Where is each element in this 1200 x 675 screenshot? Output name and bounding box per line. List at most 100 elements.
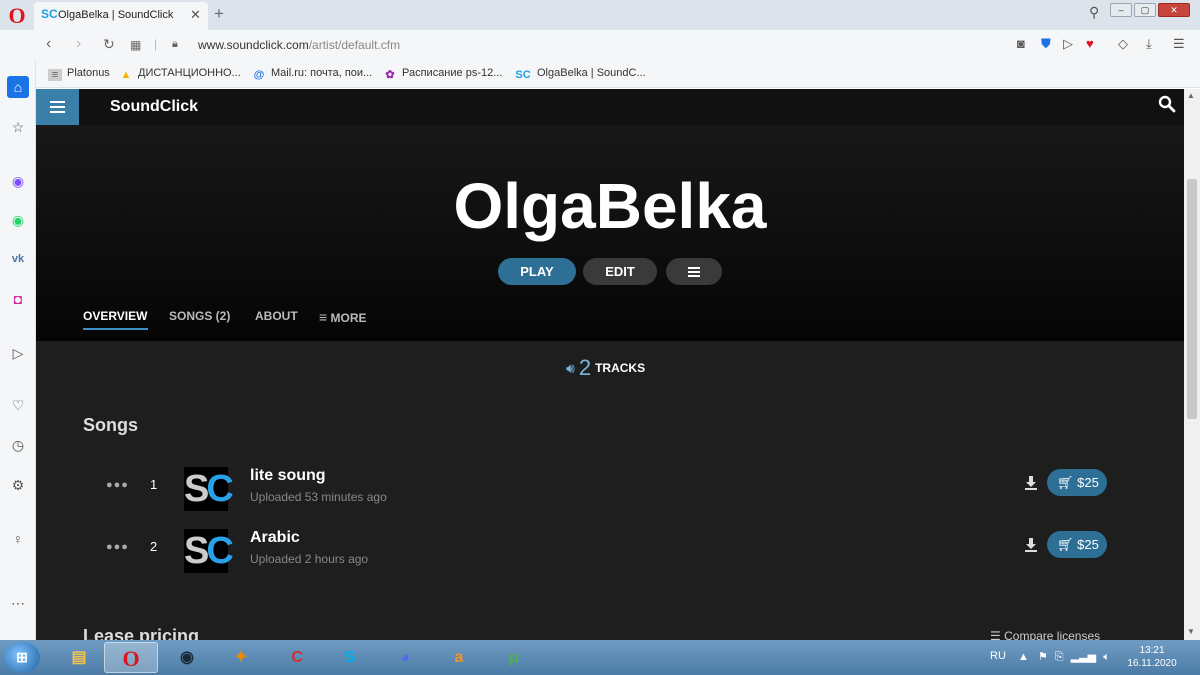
whatsapp-icon[interactable]: ◉	[7, 209, 29, 231]
windows-taskbar: ⊞ ▤ O ◉ ✦ C S ◕ a μ RU ▲ ⚑ ⎘ ▂▃▅ 🔈︎ 13:2…	[0, 640, 1200, 675]
discord-icon[interactable]: ◕	[378, 642, 432, 673]
url-field[interactable]: www.soundclick.com/artist/default.cfm	[198, 38, 400, 52]
bookmark-item[interactable]: ≡ Platonus	[48, 67, 110, 81]
explorer-icon[interactable]: ▤	[52, 642, 106, 673]
reload-icon[interactable]: ↻	[103, 36, 115, 53]
artist-menu-button[interactable]	[666, 258, 722, 285]
download-icon[interactable]: ⤓	[1146, 36, 1152, 52]
site-brand[interactable]: SoundClick	[110, 98, 198, 116]
history-icon[interactable]: ◷	[7, 434, 29, 456]
back-icon[interactable]: ‹	[46, 35, 51, 53]
edit-button[interactable]: EDIT	[583, 258, 657, 285]
tab-songs[interactable]: SONGS (2)	[169, 309, 230, 323]
steam-icon[interactable]: ◉	[160, 642, 214, 673]
song-artwork[interactable]: SC	[184, 529, 234, 573]
buy-price: $25	[1077, 475, 1099, 490]
page-icon: ≡	[48, 69, 62, 81]
tray-flag-icon[interactable]: ⚑	[1038, 651, 1048, 663]
separator: |	[154, 37, 158, 51]
tab-close-icon[interactable]: ✕	[190, 7, 201, 23]
bookmark-label: Platonus	[67, 67, 110, 79]
song-row[interactable]: ●●● 1 SC lite soung Uploaded 53 minutes …	[36, 467, 1184, 519]
messenger-icon[interactable]: ◉	[7, 170, 29, 192]
forward-icon[interactable]: ›	[76, 35, 81, 53]
scroll-down-icon[interactable]: ▼	[1187, 627, 1195, 636]
song-row[interactable]: ●●● 2 SC Arabic Uploaded 2 hours ago 🛒︎ …	[36, 529, 1184, 581]
song-artwork[interactable]: SC	[184, 467, 234, 511]
skype-icon[interactable]: S	[323, 642, 377, 673]
scroll-up-icon[interactable]: ▲	[1187, 91, 1195, 100]
fl-studio-icon[interactable]: ✦	[214, 642, 268, 673]
star-icon[interactable]: ☆	[7, 116, 29, 138]
buy-button[interactable]: 🛒︎ $25	[1047, 469, 1107, 496]
close-window-icon[interactable]: ✕	[1158, 3, 1190, 17]
vk-icon[interactable]: vk	[7, 248, 29, 270]
play-button[interactable]: PLAY	[498, 258, 576, 285]
compare-licenses-link[interactable]: ☰ Compare licenses	[990, 629, 1100, 640]
search-icon[interactable]	[1158, 95, 1176, 113]
settings-icon[interactable]: ⚙	[7, 474, 29, 496]
lock-icon[interactable]: 🔒︎	[172, 38, 178, 51]
language-indicator[interactable]: RU	[990, 650, 1006, 662]
download-icon[interactable]	[1024, 475, 1038, 491]
scroll-thumb[interactable]	[1187, 179, 1197, 419]
avast-icon[interactable]: a	[432, 642, 486, 673]
bookmark-item[interactable]: ▲ ДИСТАНЦИОННО...	[119, 67, 241, 81]
send-icon[interactable]: ▷	[1063, 36, 1073, 52]
address-bar: ‹ › ↻ ▦ | 🔒︎ www.soundclick.com/artist/d…	[0, 30, 1200, 60]
heart-icon[interactable]: ♡	[7, 394, 29, 416]
start-button[interactable]: ⊞	[4, 642, 40, 673]
utorrent-icon[interactable]: μ	[487, 642, 541, 673]
network-icon[interactable]: ▂▃▅	[1071, 651, 1096, 663]
lightbulb-icon[interactable]: ♀	[7, 528, 29, 550]
song-title[interactable]: Arabic	[250, 529, 300, 547]
snapshot-icon[interactable]: ◙	[1017, 36, 1025, 51]
send-icon[interactable]: ▷	[7, 342, 29, 364]
tab-search-icon[interactable]: ⚲	[1089, 4, 1099, 21]
page-scrollbar[interactable]: ▲ ▼	[1184, 89, 1200, 640]
easy-setup-icon[interactable]: ☰	[1173, 36, 1185, 52]
bookmark-label: OlgaBelka | SoundC...	[537, 67, 646, 79]
opera-menu-icon[interactable]: O	[6, 5, 28, 27]
vpn-shield-icon[interactable]: ⛊	[1041, 36, 1051, 52]
bookmark-label: ДИСТАНЦИОННО...	[138, 67, 241, 79]
bookmark-item[interactable]: @ Mail.ru: почта, пои...	[252, 67, 373, 81]
tab-about[interactable]: ABOUT	[255, 309, 298, 323]
opera-taskbar-icon[interactable]: O	[104, 642, 158, 673]
bookmark-item[interactable]: ✿ Расписание ps-12...	[383, 67, 502, 81]
site-menu-button[interactable]	[36, 89, 79, 125]
song-upload-time: Uploaded 53 minutes ago	[250, 490, 387, 504]
buy-button[interactable]: 🛒︎ $25	[1047, 531, 1107, 558]
ccleaner-icon[interactable]: C	[270, 642, 324, 673]
speed-dial-icon[interactable]: ▦	[130, 38, 141, 52]
instagram-icon[interactable]: ◘	[7, 288, 29, 310]
song-options-icon[interactable]: ●●●	[106, 479, 129, 491]
cube-icon[interactable]: ◇	[1118, 36, 1128, 52]
new-tab-icon[interactable]: +	[214, 4, 224, 24]
speaker-icon: 🔊︎	[566, 360, 575, 376]
url-domain: www.soundclick.com	[198, 38, 309, 52]
tab-overview[interactable]: OVERVIEW	[83, 309, 147, 323]
song-index: 1	[150, 477, 158, 492]
buy-price: $25	[1077, 537, 1099, 552]
volume-icon[interactable]: 🔈︎	[1103, 651, 1110, 663]
google-drive-icon: ▲	[120, 69, 132, 81]
song-options-icon[interactable]: ●●●	[106, 541, 129, 553]
tab-more-label: MORE	[330, 311, 367, 325]
clock[interactable]: 13:21 16.11.2020	[1126, 644, 1178, 670]
song-title[interactable]: lite soung	[250, 467, 326, 485]
more-icon[interactable]: ⋯	[7, 592, 29, 614]
browser-tab[interactable]: SC OlgaBelka | SoundClick ✕	[34, 2, 208, 30]
minimize-window-icon[interactable]: –	[1110, 3, 1132, 17]
soundclick-page: SoundClick OlgaBelka PLAY EDIT OVERVIEW …	[36, 89, 1184, 640]
schedule-icon: ✿	[385, 69, 395, 81]
bookmark-item[interactable]: SC OlgaBelka | SoundC...	[514, 67, 646, 81]
tab-more[interactable]: ≡ MORE	[319, 309, 367, 325]
heart-icon[interactable]: ♥	[1086, 36, 1094, 51]
system-tray: ▲ ⚑ ⎘ ▂▃▅ 🔈︎	[1018, 650, 1110, 664]
maximize-window-icon[interactable]: ▢	[1134, 3, 1156, 17]
download-icon[interactable]	[1024, 537, 1038, 553]
tray-usb-icon[interactable]: ⎘	[1055, 651, 1064, 663]
home-icon[interactable]: ⌂	[7, 76, 29, 98]
tray-expand-icon[interactable]: ▲	[1018, 651, 1029, 663]
